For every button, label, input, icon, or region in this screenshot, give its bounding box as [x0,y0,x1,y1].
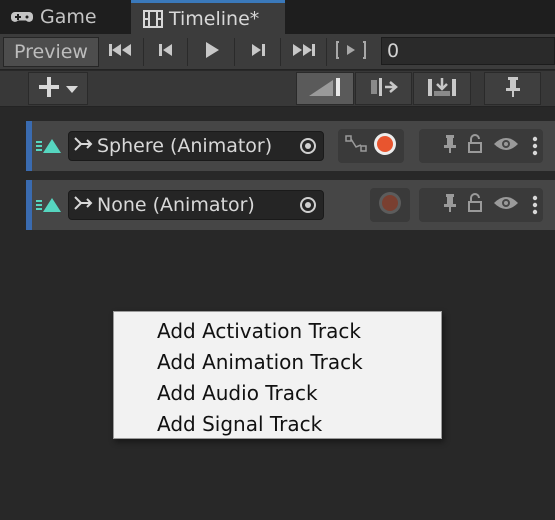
animator-icon [73,134,93,159]
toolbar-divider [187,38,188,66]
toolbar-divider [143,38,144,66]
chevron-down-icon [66,79,78,98]
ramp-icon [305,76,345,102]
track-state-group [419,129,543,163]
ripple-mode-button[interactable] [355,72,412,105]
toolbar-divider [280,38,281,66]
film-icon [143,9,163,28]
menu-item-add-audio-track[interactable]: Add Audio Track [114,377,441,408]
play-icon [203,41,221,63]
track-row[interactable]: Sphere (Animator) [26,121,555,171]
activation-icon [36,196,62,218]
target-icon[interactable] [299,137,317,160]
play-range-icon [336,40,366,64]
skip-start-icon [108,42,134,62]
play-range-button[interactable] [331,36,371,68]
tab-timeline[interactable]: Timeline* [131,0,285,34]
insert-icon [426,76,458,102]
tab-game-label: Game [40,6,97,28]
previous-frame-button[interactable] [147,36,185,68]
pin-icon[interactable] [443,193,457,217]
track-binding-field[interactable]: Sphere (Animator) [68,131,324,161]
tab-game[interactable]: Game [0,0,130,34]
gamepad-icon [10,9,34,25]
menu-item-add-animation-track[interactable]: Add Animation Track [114,346,441,377]
track-row[interactable]: None (Animator) [26,180,555,230]
animator-icon [73,193,93,218]
more-icon[interactable] [532,195,538,219]
lock-icon[interactable] [467,134,483,158]
step-forward-icon [249,42,267,62]
track-state-group [419,188,543,222]
frame-field[interactable]: 0 [381,37,555,65]
pin-icon [505,76,521,102]
more-icon[interactable] [532,136,538,160]
toolbar-divider [234,38,235,66]
track-binding-field[interactable]: None (Animator) [68,190,324,220]
clip-edit-mode-button[interactable] [296,72,354,105]
play-button[interactable] [193,36,231,68]
target-icon[interactable] [299,196,317,219]
record-group [370,188,410,222]
record-icon[interactable] [378,191,402,219]
go-to-end-button[interactable] [284,36,322,68]
toolbar-divider [326,38,327,66]
eye-icon[interactable] [493,194,519,216]
add-track-button[interactable] [28,72,88,105]
tab-timeline-label: Timeline* [169,7,260,30]
track-binding-label: None (Animator) [97,194,255,216]
menu-item-add-activation-track[interactable]: Add Activation Track [114,315,441,346]
ripple-icon [369,76,399,102]
replace-mode-button[interactable] [413,72,471,105]
lock-icon[interactable] [467,193,483,217]
add-track-menu: Add Activation Track Add Animation Track… [113,311,442,439]
menu-item-add-signal-track[interactable]: Add Signal Track [114,408,441,439]
pin-icon[interactable] [443,134,457,158]
next-frame-button[interactable] [239,36,277,68]
eye-icon[interactable] [493,135,519,157]
activation-icon [36,137,62,159]
plus-icon [38,76,60,102]
step-back-icon [157,42,175,62]
curves-record-group [338,129,404,163]
preview-button[interactable]: Preview [3,37,99,67]
lock-snapping-button[interactable] [484,72,541,105]
record-icon[interactable] [373,132,397,160]
track-binding-label: Sphere (Animator) [97,135,273,157]
go-to-start-button[interactable] [102,36,140,68]
skip-end-icon [290,42,316,62]
curves-icon[interactable] [345,133,367,159]
